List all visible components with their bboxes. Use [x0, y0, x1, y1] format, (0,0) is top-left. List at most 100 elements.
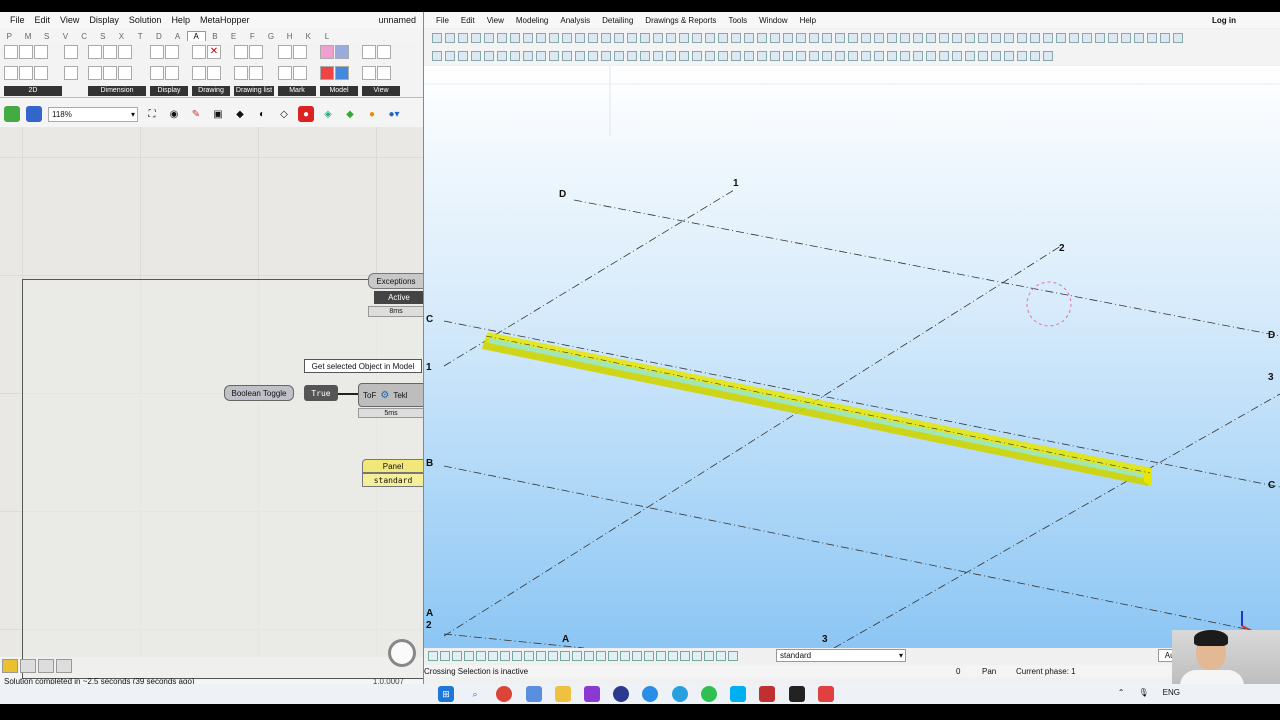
toolbar-button-icon[interactable] — [1121, 33, 1131, 43]
toolbar-button-icon[interactable] — [1108, 33, 1118, 43]
snap-button-icon[interactable] — [913, 51, 923, 61]
toolbar-button-icon[interactable] — [822, 33, 832, 43]
snap-button-icon[interactable] — [484, 51, 494, 61]
chevron-up-icon[interactable]: ⌃ — [1118, 688, 1125, 697]
delete-icon[interactable] — [64, 45, 78, 59]
preview-selected-icon[interactable]: ◐ — [254, 106, 270, 122]
tk-menu-file[interactable]: File — [436, 16, 449, 25]
gh-menu-help[interactable]: Help — [171, 15, 190, 25]
component-icon[interactable] — [4, 65, 18, 80]
component-icon[interactable] — [103, 45, 117, 59]
selection-switch-icon[interactable] — [572, 651, 582, 661]
gh-tab[interactable]: F — [243, 32, 262, 41]
snap-button-icon[interactable] — [809, 51, 819, 61]
boolean-toggle-value[interactable]: True — [304, 385, 338, 401]
selection-switch-icon[interactable] — [512, 651, 522, 661]
grasshopper-icon[interactable] — [789, 686, 805, 702]
toolbar-button-icon[interactable] — [796, 33, 806, 43]
selection-switch-icon[interactable] — [428, 651, 438, 661]
component-icon[interactable] — [278, 65, 292, 80]
toolbar-button-icon[interactable] — [1173, 33, 1183, 43]
toolbar-button-icon[interactable] — [939, 33, 949, 43]
component-icon[interactable] — [118, 45, 132, 59]
selection-switch-icon[interactable] — [644, 651, 654, 661]
selection-switch-icon[interactable] — [668, 651, 678, 661]
selection-switch-icon[interactable] — [596, 651, 606, 661]
snap-button-icon[interactable] — [1043, 51, 1053, 61]
snap-button-icon[interactable] — [653, 51, 663, 61]
gh-menu-edit[interactable]: Edit — [35, 15, 51, 25]
zoom-dropdown[interactable]: 118% — [48, 106, 138, 122]
sketch-icon[interactable]: ✎ — [188, 106, 204, 122]
toolbar-button-icon[interactable] — [887, 33, 897, 43]
toolbar-button-icon[interactable] — [562, 33, 572, 43]
toolbar-button-icon[interactable] — [523, 33, 533, 43]
gh-tab[interactable]: S — [93, 32, 112, 41]
snap-button-icon[interactable] — [666, 51, 676, 61]
snap-button-icon[interactable] — [991, 51, 1001, 61]
snap-button-icon[interactable] — [614, 51, 624, 61]
component-icon[interactable] — [165, 65, 179, 80]
selection-switch-icon[interactable] — [548, 651, 558, 661]
toolbar-button-icon[interactable] — [926, 33, 936, 43]
selection-switch-icon[interactable] — [728, 651, 738, 661]
toolbar-button-icon[interactable] — [575, 33, 585, 43]
snap-button-icon[interactable] — [640, 51, 650, 61]
toolbar-button-icon[interactable] — [1160, 33, 1170, 43]
toolbar-button-icon[interactable] — [445, 33, 455, 43]
component-icon[interactable] — [19, 65, 33, 80]
preview-icon[interactable]: ▣ — [210, 106, 226, 122]
component-icon[interactable] — [38, 659, 54, 673]
toolbar-button-icon[interactable] — [965, 33, 975, 43]
gh-menu-view[interactable]: View — [60, 15, 79, 25]
boolean-toggle-node[interactable]: Boolean Toggle — [224, 385, 294, 401]
snap-button-icon[interactable] — [536, 51, 546, 61]
login-link[interactable]: Log in — [1212, 16, 1236, 25]
tk-menu-edit[interactable]: Edit — [461, 16, 475, 25]
component-icon[interactable] — [20, 659, 36, 673]
gh-menu-file[interactable]: File — [10, 15, 25, 25]
model-object-icon[interactable] — [320, 45, 334, 59]
selection-switch-icon[interactable] — [452, 651, 462, 661]
whatsapp-icon[interactable] — [701, 686, 717, 702]
toolbar-button-icon[interactable] — [991, 33, 1001, 43]
snap-button-icon[interactable] — [757, 51, 767, 61]
toolbar-button-icon[interactable] — [809, 33, 819, 43]
gh-tab-active[interactable]: A — [186, 31, 206, 41]
snap-button-icon[interactable] — [679, 51, 689, 61]
gh-menu-metahopper[interactable]: MetaHopper — [200, 15, 250, 25]
gh-tab[interactable]: A — [168, 32, 187, 41]
toolbar-button-icon[interactable] — [549, 33, 559, 43]
tk-menu-analysis[interactable]: Analysis — [560, 16, 590, 25]
tk-menu-tools[interactable]: Tools — [728, 16, 747, 25]
microphone-icon[interactable]: 🎙 — [1139, 688, 1149, 697]
app-icon[interactable] — [613, 686, 629, 702]
snap-button-icon[interactable] — [471, 51, 481, 61]
component-icon[interactable] — [56, 659, 72, 673]
toolbar-button-icon[interactable] — [1095, 33, 1105, 43]
component-icon[interactable] — [249, 45, 263, 59]
line-icon[interactable] — [19, 45, 33, 59]
gh-tab[interactable]: M — [19, 32, 38, 41]
toolbar-button-icon[interactable] — [653, 33, 663, 43]
gh-tab[interactable]: S — [37, 32, 56, 41]
component-icon[interactable] — [362, 65, 376, 80]
tk-menu-detailing[interactable]: Detailing — [602, 16, 633, 25]
snap-button-icon[interactable] — [575, 51, 585, 61]
snap-button-icon[interactable] — [601, 51, 611, 61]
selection-switch-icon[interactable] — [536, 651, 546, 661]
toolbar-button-icon[interactable] — [1043, 33, 1053, 43]
component-icon[interactable] — [4, 45, 18, 59]
snap-button-icon[interactable] — [562, 51, 572, 61]
tk-menu-drawings-reports[interactable]: Drawings & Reports — [645, 16, 716, 25]
toolbar-button-icon[interactable] — [1082, 33, 1092, 43]
selection-switch-icon[interactable] — [584, 651, 594, 661]
snap-button-icon[interactable] — [887, 51, 897, 61]
eye-icon[interactable]: ◉ — [166, 106, 182, 122]
toolbar-button-icon[interactable] — [458, 33, 468, 43]
toolbar-button-icon[interactable] — [601, 33, 611, 43]
zoom-extents-icon[interactable]: ⛶ — [144, 106, 160, 122]
component-icon[interactable] — [103, 65, 117, 80]
component-icon[interactable] — [150, 65, 164, 80]
preview-shaded-icon[interactable]: ◆ — [232, 106, 248, 122]
